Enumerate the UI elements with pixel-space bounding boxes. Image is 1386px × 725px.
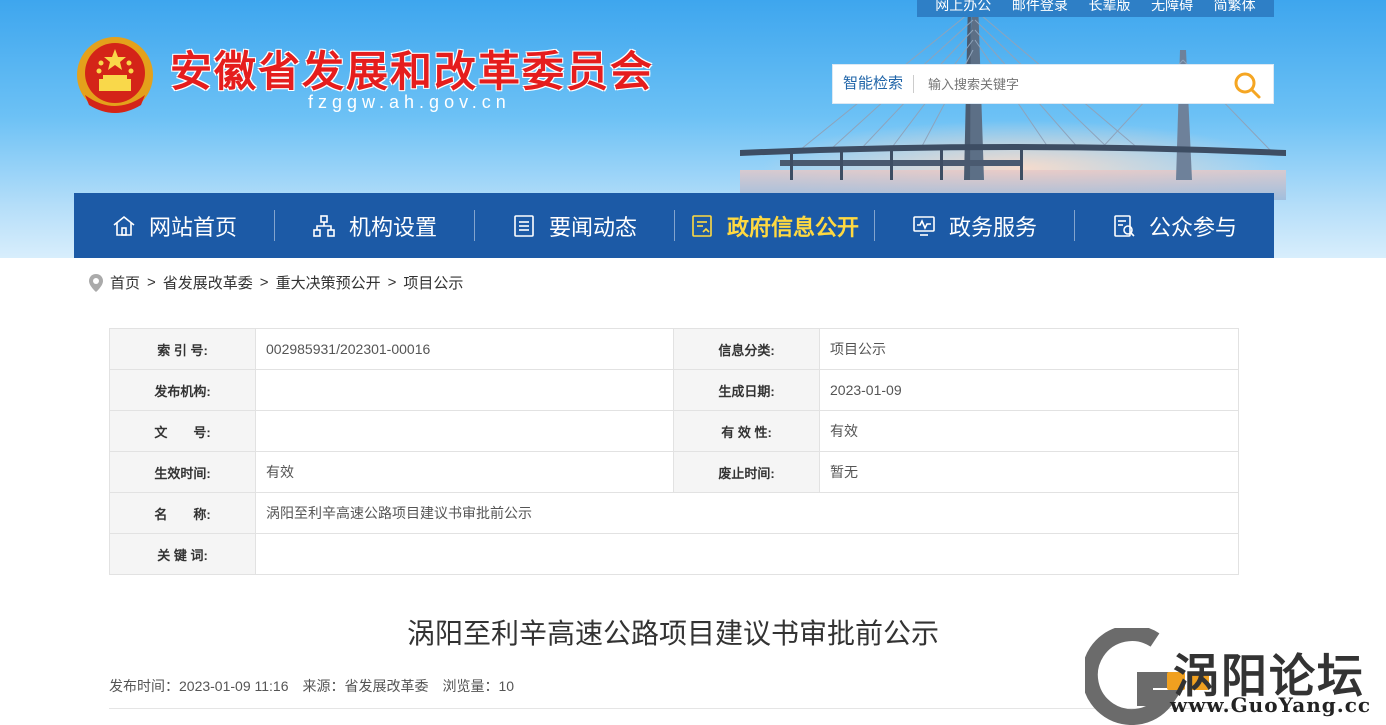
main-nav: 网站首页 机构设置 要闻动态 政府信息公开 政务服务 公众参与 bbox=[74, 193, 1274, 258]
org-chart-icon bbox=[313, 214, 335, 237]
publisher-label: 发布机构: bbox=[109, 369, 256, 411]
breadcrumb-separator: > bbox=[387, 274, 397, 291]
watermark-url: www.GuoYang.cc bbox=[1170, 693, 1372, 717]
validity-label: 有 效 性: bbox=[673, 410, 820, 452]
publisher-value bbox=[255, 369, 674, 411]
nav-gov-services-label: 政务服务 bbox=[948, 214, 1037, 240]
document-info-table: 索 引 号: 002985931/202301-00016 信息分类: 项目公示… bbox=[109, 328, 1239, 575]
breadcrumb-major-decisions[interactable]: 重大决策预公开 bbox=[276, 272, 381, 293]
category-label: 信息分类: bbox=[673, 328, 820, 370]
index-value: 002985931/202301-00016 bbox=[255, 328, 674, 370]
article-source: 来源：省发展改革委 bbox=[302, 678, 429, 694]
validity-value: 有效 bbox=[819, 410, 1239, 452]
search-label: 智能检索 bbox=[833, 75, 915, 93]
nav-home-label: 网站首页 bbox=[148, 214, 237, 240]
table-row: 生效时间: 有效 废止时间: 暂无 bbox=[109, 451, 1239, 493]
search-doc-icon bbox=[1114, 214, 1135, 237]
breadcrumb-home[interactable]: 首页 bbox=[110, 272, 140, 293]
breadcrumb-project-notice[interactable]: 项目公示 bbox=[403, 272, 463, 293]
nav-home[interactable]: 网站首页 bbox=[74, 193, 274, 258]
nav-gov-services[interactable]: 政务服务 bbox=[874, 193, 1074, 258]
abolish-time-value: 暂无 bbox=[819, 451, 1239, 493]
site-domain: fzggw.ah.gov.cn bbox=[308, 92, 511, 112]
search-icon[interactable] bbox=[1231, 69, 1263, 101]
top-link-elder-version[interactable]: 长辈版 bbox=[1088, 0, 1130, 12]
doc-number-value bbox=[255, 410, 674, 452]
nav-gov-info-disclosure-label: 政府信息公开 bbox=[726, 214, 859, 240]
monitor-icon bbox=[913, 215, 935, 236]
view-count: 浏览量：10 bbox=[442, 678, 515, 694]
category-value: 项目公示 bbox=[819, 328, 1239, 370]
table-row: 文 号: 有 效 性: 有效 bbox=[109, 410, 1239, 452]
breadcrumb: 首页 > 省发展改革委 > 重大决策预公开 > 项目公示 bbox=[88, 272, 463, 293]
keywords-value bbox=[255, 533, 1239, 575]
table-row: 索 引 号: 002985931/202301-00016 信息分类: 项目公示 bbox=[109, 328, 1239, 370]
national-emblem-icon bbox=[77, 37, 153, 113]
created-date-label: 生成日期: bbox=[673, 369, 820, 411]
publish-time: 发布时间：2023-01-09 11:16 bbox=[109, 678, 289, 694]
nav-public-participation[interactable]: 公众参与 bbox=[1074, 193, 1274, 258]
breadcrumb-separator: > bbox=[259, 274, 269, 291]
nav-organization[interactable]: 机构设置 bbox=[274, 193, 474, 258]
location-pin-icon bbox=[89, 273, 103, 292]
breadcrumb-commission[interactable]: 省发展改革委 bbox=[163, 272, 253, 293]
document-icon bbox=[692, 214, 712, 237]
top-link-simplified-traditional[interactable]: 简繁体 bbox=[1214, 0, 1256, 12]
table-row: 发布机构: 生成日期: 2023-01-09 bbox=[109, 369, 1239, 411]
effective-time-label: 生效时间: bbox=[109, 451, 256, 493]
top-link-mail-login[interactable]: 邮件登录 bbox=[1012, 0, 1068, 12]
search-box: 智能检索 bbox=[832, 64, 1274, 104]
nav-news-label: 要闻动态 bbox=[548, 214, 637, 240]
top-link-accessibility[interactable]: 无障碍 bbox=[1151, 0, 1193, 12]
news-icon bbox=[514, 214, 534, 237]
nav-gov-info-disclosure[interactable]: 政府信息公开 bbox=[674, 193, 874, 258]
breadcrumb-separator: > bbox=[147, 274, 156, 291]
table-row: 名 称: 涡阳至利辛高速公路项目建议书审批前公示 bbox=[109, 492, 1239, 534]
table-row: 关 键 词: bbox=[109, 533, 1239, 575]
nav-public-participation-label: 公众参与 bbox=[1148, 214, 1237, 240]
nav-news[interactable]: 要闻动态 bbox=[474, 193, 674, 258]
created-date-value: 2023-01-09 bbox=[819, 369, 1239, 411]
keywords-label: 关 键 词: bbox=[109, 533, 256, 575]
site-title: 安徽省发展和改革委员会 bbox=[170, 47, 655, 96]
nav-organization-label: 机构设置 bbox=[348, 214, 437, 240]
top-link-online-office[interactable]: 网上办公 bbox=[935, 0, 991, 12]
abolish-time-label: 废止时间: bbox=[673, 451, 820, 493]
name-value: 涡阳至利辛高速公路项目建议书审批前公示 bbox=[255, 492, 1239, 534]
article-meta: 发布时间：2023-01-09 11:16 来源：省发展改革委 浏览量：10 bbox=[109, 676, 514, 696]
home-icon bbox=[113, 215, 135, 236]
doc-number-label: 文 号: bbox=[109, 410, 256, 452]
top-links-bar: 网上办公 邮件登录 长辈版 无障碍 简繁体 bbox=[917, 0, 1274, 17]
effective-time-value: 有效 bbox=[255, 451, 674, 493]
search-input[interactable] bbox=[914, 76, 1235, 92]
name-label: 名 称: bbox=[109, 492, 256, 534]
index-label: 索 引 号: bbox=[109, 328, 256, 370]
divider bbox=[109, 708, 1239, 709]
